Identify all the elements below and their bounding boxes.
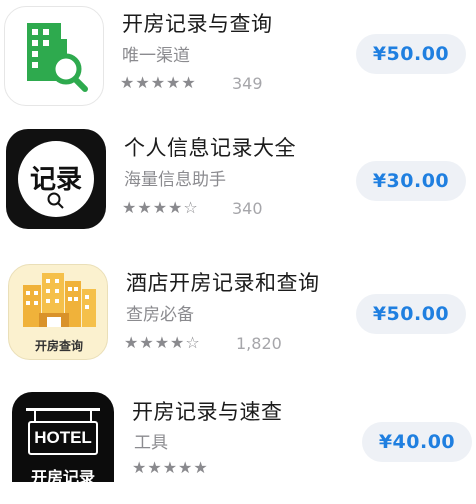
app-subtitle: 查房必备: [126, 305, 194, 325]
app-listing[interactable]: 开房查询 酒店开房记录和查询 查房必备 ★★★★☆ 1,820 ¥50.00: [0, 258, 476, 374]
search-icon: [47, 192, 64, 209]
icon-caption: 开房查询: [34, 339, 83, 353]
rating-stars: ★★★★☆: [122, 198, 199, 217]
app-name[interactable]: 酒店开房记录和查询: [126, 267, 320, 297]
price-button[interactable]: ¥30.00: [356, 161, 466, 201]
rating-stars: ★★★★☆: [124, 333, 201, 352]
app-subtitle: 工具: [134, 433, 168, 453]
icon-caption: 开房记录: [30, 468, 95, 482]
rating-count: 340: [232, 199, 263, 218]
icon-sign-text: HOTEL: [34, 428, 92, 447]
price-button[interactable]: ¥50.00: [356, 34, 466, 74]
building-search-icon[interactable]: [4, 6, 104, 106]
app-subtitle: 唯一渠道: [122, 46, 190, 66]
hotel-buildings-icon[interactable]: 开房查询: [8, 264, 108, 360]
app-name[interactable]: 开房记录与查询: [122, 8, 273, 38]
rating-count: 349: [232, 74, 263, 93]
app-listing[interactable]: 开房记录与查询 唯一渠道 ★★★★★ 349 ¥50.00: [0, 0, 476, 116]
price-button[interactable]: ¥40.00: [362, 422, 472, 462]
app-listing[interactable]: HOTEL 开房记录 开房记录与速查 工具 ★★★★★ ¥40.00: [0, 388, 476, 504]
app-subtitle: 海量信息助手: [124, 170, 226, 190]
app-name[interactable]: 开房记录与速查: [132, 396, 283, 426]
hotel-sign-icon[interactable]: HOTEL 开房记录: [12, 392, 114, 482]
records-icon[interactable]: 记录: [6, 129, 106, 229]
app-listing[interactable]: 记录 个人信息记录大全 海量信息助手 ★★★★☆ 340 ¥30.00: [0, 124, 476, 240]
rating-stars: ★★★★★: [120, 73, 197, 92]
app-name[interactable]: 个人信息记录大全: [124, 132, 296, 162]
price-button[interactable]: ¥50.00: [356, 294, 466, 334]
rating-count: 1,820: [236, 334, 282, 353]
